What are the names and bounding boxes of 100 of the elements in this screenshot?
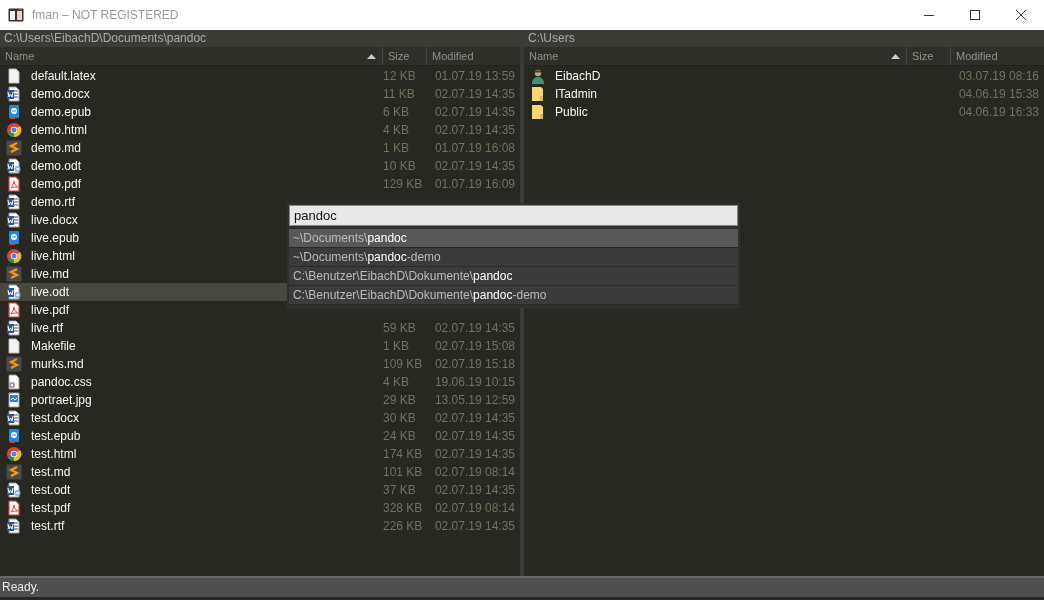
modified-date: 04.06.19 16:33 [958, 105, 1039, 119]
file-row[interactable]: EibachD 03.07.19 08:16 [524, 67, 1044, 85]
file-row[interactable]: test.html 174 KB 02.07.19 14:35 [0, 445, 520, 463]
column-header[interactable]: Size [907, 47, 951, 65]
document-gear-icon [6, 158, 22, 174]
file-row[interactable]: test.epub 24 KB 02.07.19 14:35 [0, 427, 520, 445]
file-name: test.odt [31, 483, 71, 497]
file-size: 328 KB [383, 501, 423, 515]
file-size: 174 KB [383, 447, 423, 461]
column-header[interactable]: Modified [427, 47, 520, 65]
modified-date: 02.07.19 14:35 [434, 429, 515, 443]
file-row[interactable]: portraet.jpg 29 KB 13.05.19 12:59 [0, 391, 520, 409]
modified-date: 02.07.19 15:18 [434, 357, 515, 371]
file-name: test.md [31, 465, 71, 479]
file-name: demo.odt [31, 159, 82, 173]
window-title: fman – NOT REGISTERED [32, 8, 180, 22]
file-row[interactable]: pandoc.css 4 KB 19.06.19 10:15 [0, 373, 520, 391]
file-size: 11 KB [383, 87, 415, 101]
image-file-icon [6, 392, 22, 408]
search-field[interactable]: pandoc [289, 205, 738, 226]
file-size: 226 KB [383, 519, 423, 533]
file-name: live.epub [31, 231, 80, 245]
modified-date: 02.07.19 14:35 [434, 123, 515, 137]
suggestion-item[interactable]: ~\Documents\pandoc [289, 229, 738, 248]
column-header[interactable]: Size [383, 47, 427, 65]
app-icon [8, 7, 24, 23]
file-name: pandoc.css [31, 375, 92, 389]
suggestion-item[interactable]: C:\Benutzer\EibachD\Dokumente\pandoc [289, 267, 738, 286]
file-row[interactable]: test.md 101 KB 02.07.19 08:14 [0, 463, 520, 481]
modified-date: 02.07.19 14:35 [434, 159, 515, 173]
file-size: 109 KB [383, 357, 423, 371]
modified-date: 19.06.19 10:15 [434, 375, 515, 389]
modified-date: 03.07.19 08:16 [958, 69, 1039, 83]
file-row[interactable]: test.rtf 226 KB 02.07.19 14:35 [0, 517, 520, 535]
file-row[interactable]: Public 04.06.19 16:33 [524, 103, 1044, 121]
file-name: live.pdf [31, 303, 70, 317]
file-row[interactable]: demo.epub 6 KB 02.07.19 14:35 [0, 103, 520, 121]
file-row[interactable]: Makefile 1 KB 02.07.19 15:08 [0, 337, 520, 355]
file-row[interactable]: demo.md 1 KB 01.07.19 16:08 [0, 139, 520, 157]
browser-icon [6, 446, 22, 462]
maximize-icon [970, 10, 980, 20]
file-name: demo.html [31, 123, 88, 137]
column-header[interactable]: Modified [951, 47, 1044, 65]
word-document-icon [6, 86, 22, 102]
file-size: 101 KB [383, 465, 423, 479]
file-size: 1 KB [383, 339, 409, 353]
column-label: Name [529, 50, 559, 62]
document-gear-icon [6, 284, 22, 300]
ebook-icon [6, 104, 22, 120]
user-icon [530, 68, 546, 84]
modified-date: 04.06.19 15:38 [958, 87, 1039, 101]
file-name: test.pdf [31, 501, 71, 515]
file-name: live.md [31, 267, 69, 281]
pdf-file-icon [6, 302, 22, 318]
modified-date: 02.07.19 08:14 [434, 465, 515, 479]
file-row[interactable]: demo.pdf 129 KB 01.07.19 16:09 [0, 175, 520, 193]
pdf-file-icon [6, 176, 22, 192]
file-name: live.odt [31, 285, 70, 299]
file-row[interactable]: demo.html 4 KB 02.07.19 14:35 [0, 121, 520, 139]
gear-file-icon [6, 374, 22, 390]
file-name: test.html [31, 447, 77, 461]
file-name: live.rtf [31, 321, 63, 335]
file-row[interactable]: live.rtf 59 KB 02.07.19 14:35 [0, 319, 520, 337]
file-name: live.html [31, 249, 75, 263]
file-name: test.epub [31, 429, 81, 443]
suggestion-item[interactable]: C:\Benutzer\EibachD\Dokumente\pandoc-demo [289, 286, 738, 305]
suggestion-item[interactable]: ~\Documents\pandoc-demo [289, 248, 738, 267]
file-row[interactable]: test.docx 30 KB 02.07.19 14:35 [0, 409, 520, 427]
file-size: 30 KB [383, 411, 416, 425]
file-row[interactable]: demo.odt 10 KB 02.07.19 14:35 [0, 157, 520, 175]
file-row[interactable]: ITadmin 04.06.19 15:38 [524, 85, 1044, 103]
sort-ascending-icon[interactable] [367, 53, 376, 59]
file-row[interactable]: murks.md 109 KB 02.07.19 15:18 [0, 355, 520, 373]
modified-date: 02.07.19 15:08 [434, 339, 515, 353]
file-name: EibachD [555, 69, 601, 83]
file-row[interactable]: demo.docx 11 KB 02.07.19 14:35 [0, 85, 520, 103]
modified-date: 02.07.19 14:35 [434, 87, 515, 101]
file-name: Public [555, 105, 588, 119]
file-row[interactable]: test.odt 37 KB 02.07.19 14:35 [0, 481, 520, 499]
file-size: 10 KB [383, 159, 416, 173]
word-document-icon [6, 320, 22, 336]
file-size: 24 KB [383, 429, 416, 443]
file-row[interactable]: default.latex 12 KB 01.07.19 13:59 [0, 67, 520, 85]
minimize-icon [924, 14, 934, 16]
file-icon [6, 338, 22, 354]
file-size: 1 KB [383, 141, 409, 155]
sort-ascending-icon[interactable] [891, 53, 900, 59]
document-gear-icon [6, 482, 22, 498]
ebook-icon [6, 428, 22, 444]
browser-icon [6, 248, 22, 264]
folder-icon [530, 86, 546, 102]
file-name: portraet.jpg [31, 393, 92, 407]
file-name: murks.md [31, 357, 84, 371]
folder-icon [530, 104, 546, 120]
file-row[interactable]: test.pdf 328 KB 02.07.19 08:14 [0, 499, 520, 517]
modified-date: 02.07.19 08:14 [434, 501, 515, 515]
file-size: 4 KB [383, 375, 409, 389]
status-text: Ready. [2, 580, 40, 594]
modified-date: 01.07.19 13:59 [434, 69, 515, 83]
file-icon [6, 68, 22, 84]
